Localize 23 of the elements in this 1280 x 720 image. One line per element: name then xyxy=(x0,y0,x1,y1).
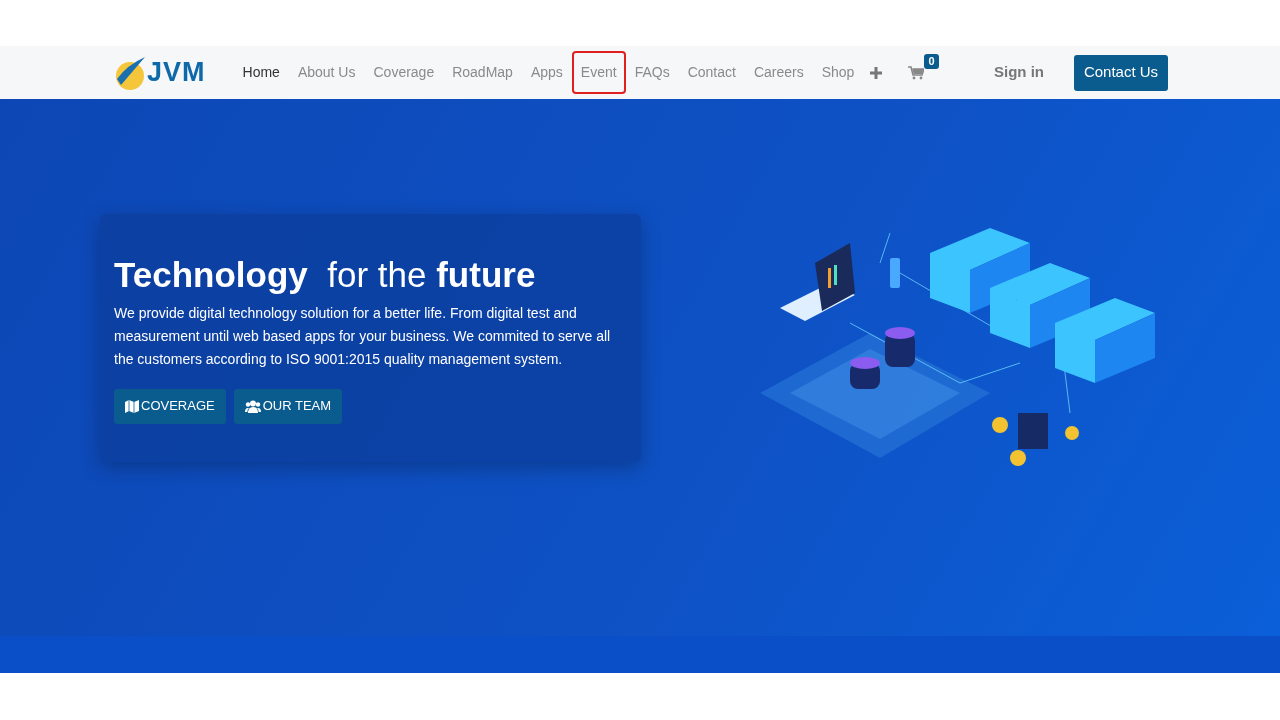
nav-link[interactable]: Shop xyxy=(812,51,864,94)
team-button[interactable]: OUR TEAM xyxy=(233,388,343,424)
nav-link[interactable]: Apps xyxy=(521,51,572,94)
map-icon xyxy=(125,399,139,413)
contact-us-button[interactable]: Contact Us xyxy=(1074,54,1168,91)
users-icon xyxy=(244,399,261,413)
plus-icon[interactable] xyxy=(870,66,883,79)
cart-icon[interactable] xyxy=(908,65,925,80)
nav-link[interactable]: Coverage xyxy=(364,51,444,94)
logo-swoosh-icon xyxy=(113,54,147,91)
sign-in-link[interactable]: Sign in xyxy=(994,61,1044,84)
logo-text: JVM xyxy=(147,59,206,86)
nav-link[interactable]: Event xyxy=(571,51,626,94)
hero-description: We provide digital technology solution for a better life. From digital test and measurement until web based apps for your business. We commited to serve all the customers according to ISO 9001:2015 quality management system. xyxy=(114,303,612,369)
nav-link[interactable]: RoadMap xyxy=(443,51,522,94)
cart-count-badge: 0 xyxy=(924,53,939,69)
nav-link[interactable]: FAQs xyxy=(625,51,679,94)
nav-link[interactable]: About Us xyxy=(288,51,365,94)
nav-link[interactable]: Home xyxy=(233,51,289,94)
nav-link[interactable]: Careers xyxy=(744,51,813,94)
hero-title: Technology for the future xyxy=(114,253,537,296)
nav-link[interactable]: Contact xyxy=(678,51,745,94)
coverage-button[interactable]: COVERAGE xyxy=(114,388,226,424)
